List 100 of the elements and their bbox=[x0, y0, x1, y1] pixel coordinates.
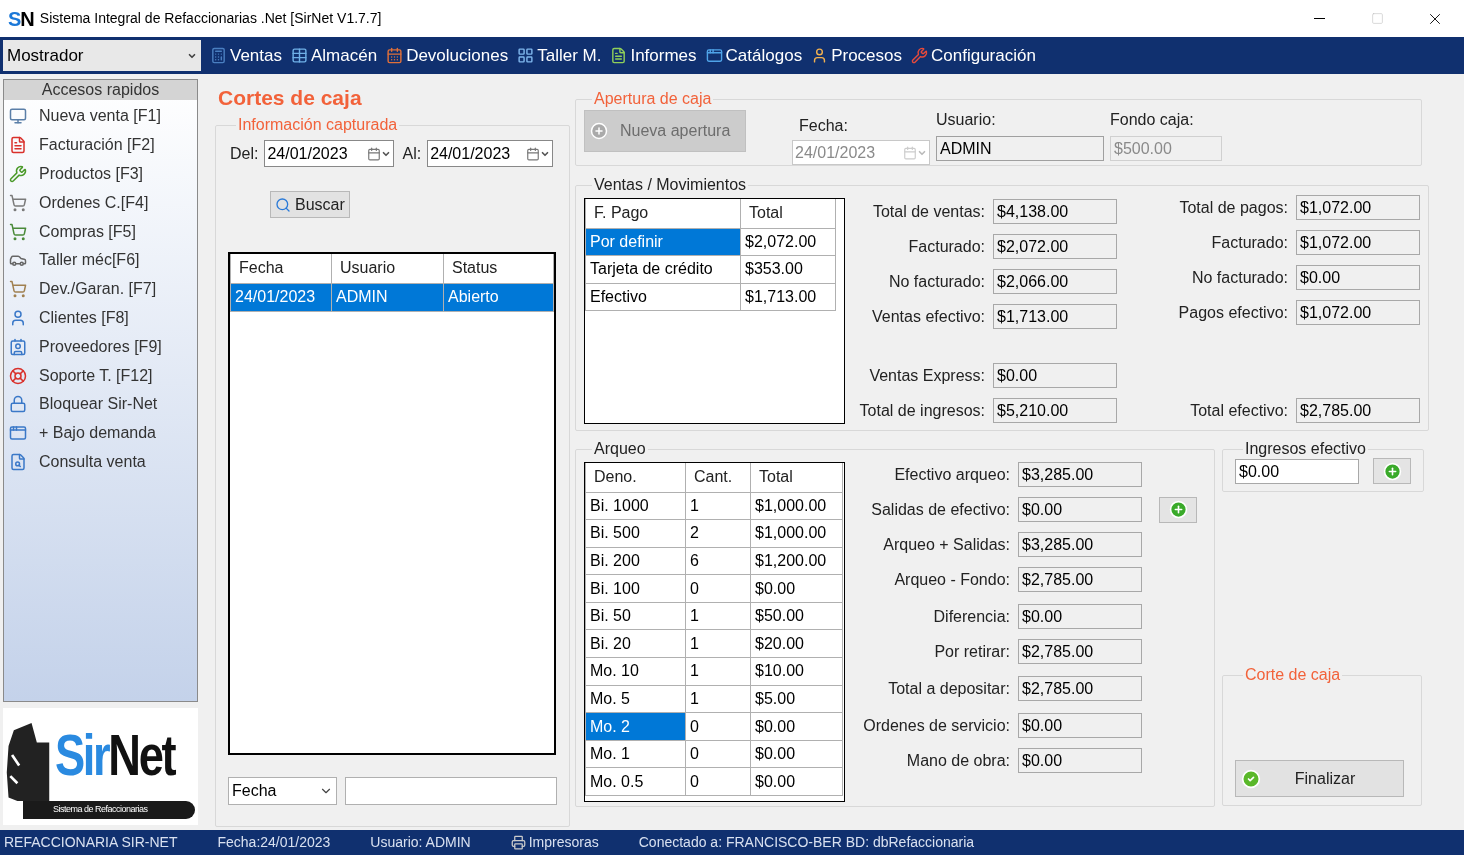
add-button[interactable] bbox=[1159, 496, 1197, 523]
table-cell[interactable]: Bi. 1000 bbox=[585, 492, 686, 520]
date-picker[interactable]: 24/01/2023 bbox=[264, 140, 395, 167]
table-cell[interactable]: 6 bbox=[685, 547, 751, 575]
filter-input[interactable] bbox=[345, 777, 557, 805]
table-cell[interactable]: Bi. 20 bbox=[585, 629, 686, 658]
table-cell[interactable]: 0 bbox=[685, 574, 751, 603]
printers-button[interactable]: Impresoras bbox=[510, 832, 599, 853]
readonly-field[interactable]: $1,072.00 bbox=[1296, 195, 1420, 220]
filter-dropdown[interactable]: Fecha bbox=[228, 777, 337, 805]
shortcut-item[interactable]: Proveedores [F9] bbox=[4, 332, 197, 362]
table-cell[interactable]: $0.00 bbox=[750, 740, 843, 768]
readonly-field[interactable]: $3,285.00 bbox=[1018, 532, 1142, 557]
readonly-field[interactable]: $2,072.00 bbox=[993, 234, 1117, 259]
menu-item[interactable]: Catálogos bbox=[705, 42, 803, 69]
readonly-field[interactable]: $1,072.00 bbox=[1296, 300, 1420, 325]
table-cell[interactable]: $2,072.00 bbox=[740, 228, 836, 256]
shortcut-item[interactable]: Clientes [F8] bbox=[4, 303, 197, 333]
shortcut-item[interactable]: Consulta venta bbox=[4, 447, 197, 477]
readonly-field[interactable]: $4,138.00 bbox=[993, 199, 1117, 224]
column-header[interactable]: Total bbox=[750, 463, 843, 492]
menu-item[interactable]: Taller M. bbox=[517, 42, 602, 69]
column-header[interactable]: Fecha bbox=[230, 254, 332, 283]
column-header[interactable]: F. Pago bbox=[585, 199, 741, 228]
shortcut-item[interactable]: Dev./Garan. [F7] bbox=[4, 274, 197, 304]
shortcut-item[interactable]: Taller méc[F6] bbox=[4, 246, 197, 275]
table-cell[interactable]: $0.00 bbox=[750, 767, 843, 796]
table-cell[interactable]: 0 bbox=[685, 767, 751, 796]
table-cell[interactable]: 0 bbox=[685, 712, 751, 741]
table-cell[interactable]: Bi. 50 bbox=[585, 602, 686, 630]
table-cell[interactable]: 1 bbox=[685, 629, 751, 658]
menu-item[interactable]: Almacén bbox=[291, 42, 378, 69]
table-cell[interactable]: $50.00 bbox=[750, 602, 843, 630]
readonly-field[interactable]: $2,066.00 bbox=[993, 269, 1117, 294]
table-cell[interactable]: 1 bbox=[685, 685, 751, 713]
table-cell[interactable]: Mo. 5 bbox=[585, 685, 686, 713]
table-cell[interactable]: 24/01/2023 bbox=[230, 283, 332, 311]
shortcut-item[interactable]: Ordenes C.[F4] bbox=[4, 188, 197, 218]
readonly-field[interactable]: $0.00 bbox=[1018, 604, 1142, 629]
readonly-field[interactable]: $0.00 bbox=[1018, 497, 1142, 522]
table-cell[interactable]: $1,713.00 bbox=[740, 283, 836, 311]
table-cell[interactable]: 1 bbox=[685, 602, 751, 630]
add-button[interactable] bbox=[1373, 458, 1411, 484]
table-cell[interactable]: Por definir bbox=[585, 228, 741, 256]
menu-item[interactable]: Configuración bbox=[911, 42, 1036, 69]
readonly-field[interactable]: $1,713.00 bbox=[993, 304, 1117, 329]
shortcut-item[interactable]: Soporte T. [F12] bbox=[4, 361, 197, 390]
table-cell[interactable]: $1,000.00 bbox=[750, 492, 843, 520]
table-cell[interactable]: Efectivo bbox=[585, 283, 741, 311]
search-button[interactable]: Buscar bbox=[270, 191, 350, 218]
table-cell[interactable]: ADMIN bbox=[331, 283, 444, 311]
table-cell[interactable]: $1,000.00 bbox=[750, 519, 843, 548]
table-cell[interactable]: $353.00 bbox=[740, 255, 836, 283]
table-cell[interactable]: Mo. 2 bbox=[585, 712, 686, 741]
table-cell[interactable]: 1 bbox=[685, 492, 751, 520]
table-cell[interactable]: $1,200.00 bbox=[750, 547, 843, 575]
mode-dropdown[interactable]: Mostrador bbox=[3, 40, 201, 71]
shortcut-item[interactable]: Productos [F3] bbox=[4, 159, 197, 189]
column-header[interactable]: Deno. bbox=[585, 463, 686, 492]
shortcut-item[interactable]: Facturación [F2] bbox=[4, 130, 197, 160]
column-header[interactable]: Total bbox=[740, 199, 836, 228]
table-cell[interactable]: Mo. 1 bbox=[585, 740, 686, 768]
table-cell[interactable]: $20.00 bbox=[750, 629, 843, 658]
readonly-field[interactable]: $1,072.00 bbox=[1296, 230, 1420, 255]
table-cell[interactable]: $0.00 bbox=[750, 712, 843, 741]
readonly-field[interactable]: $0.00 bbox=[1235, 458, 1359, 484]
readonly-field[interactable]: $3,285.00 bbox=[1018, 462, 1142, 487]
shortcut-item[interactable]: Compras [F5] bbox=[4, 217, 197, 246]
shortcut-item[interactable]: Nueva venta [F1] bbox=[4, 102, 197, 131]
shortcut-item[interactable]: + Bajo demanda bbox=[4, 418, 197, 448]
readonly-field[interactable]: $2,785.00 bbox=[1018, 676, 1142, 701]
table-cell[interactable]: 1 bbox=[685, 657, 751, 686]
readonly-field[interactable]: $2,785.00 bbox=[1296, 398, 1420, 423]
column-header[interactable]: Status bbox=[443, 254, 554, 283]
finish-button[interactable]: Finalizar bbox=[1235, 760, 1404, 797]
table-cell[interactable]: Bi. 100 bbox=[585, 574, 686, 603]
table-cell[interactable]: Bi. 500 bbox=[585, 519, 686, 548]
column-header[interactable]: Cant. bbox=[685, 463, 751, 492]
readonly-field[interactable]: $2,785.00 bbox=[1018, 639, 1142, 664]
readonly-field[interactable]: $0.00 bbox=[1296, 265, 1420, 290]
table-cell[interactable]: $10.00 bbox=[750, 657, 843, 686]
table-cell[interactable]: Mo. 10 bbox=[585, 657, 686, 686]
table-cell[interactable]: Mo. 0.5 bbox=[585, 767, 686, 796]
table-cell[interactable]: $5.00 bbox=[750, 685, 843, 713]
table-cell[interactable]: $0.00 bbox=[750, 574, 843, 603]
readonly-field[interactable]: $0.00 bbox=[993, 363, 1117, 388]
column-header[interactable]: Usuario bbox=[331, 254, 444, 283]
menu-item[interactable]: Procesos bbox=[811, 42, 902, 69]
table-cell[interactable]: Bi. 200 bbox=[585, 547, 686, 575]
menu-item[interactable]: Informes bbox=[610, 42, 697, 69]
table-cell[interactable]: 2 bbox=[685, 519, 751, 548]
readonly-field[interactable]: $5,210.00 bbox=[993, 398, 1117, 423]
readonly-field[interactable]: ADMIN bbox=[936, 136, 1104, 161]
date-picker[interactable]: 24/01/2023 bbox=[427, 140, 554, 167]
readonly-field[interactable]: $2,785.00 bbox=[1018, 567, 1142, 592]
menu-item[interactable]: Ventas bbox=[210, 42, 282, 69]
table-cell[interactable]: Tarjeta de crédito bbox=[585, 255, 741, 283]
table-cell[interactable]: 0 bbox=[685, 740, 751, 768]
readonly-field[interactable]: $0.00 bbox=[1018, 748, 1142, 773]
table-cell[interactable]: Abierto bbox=[443, 283, 554, 311]
